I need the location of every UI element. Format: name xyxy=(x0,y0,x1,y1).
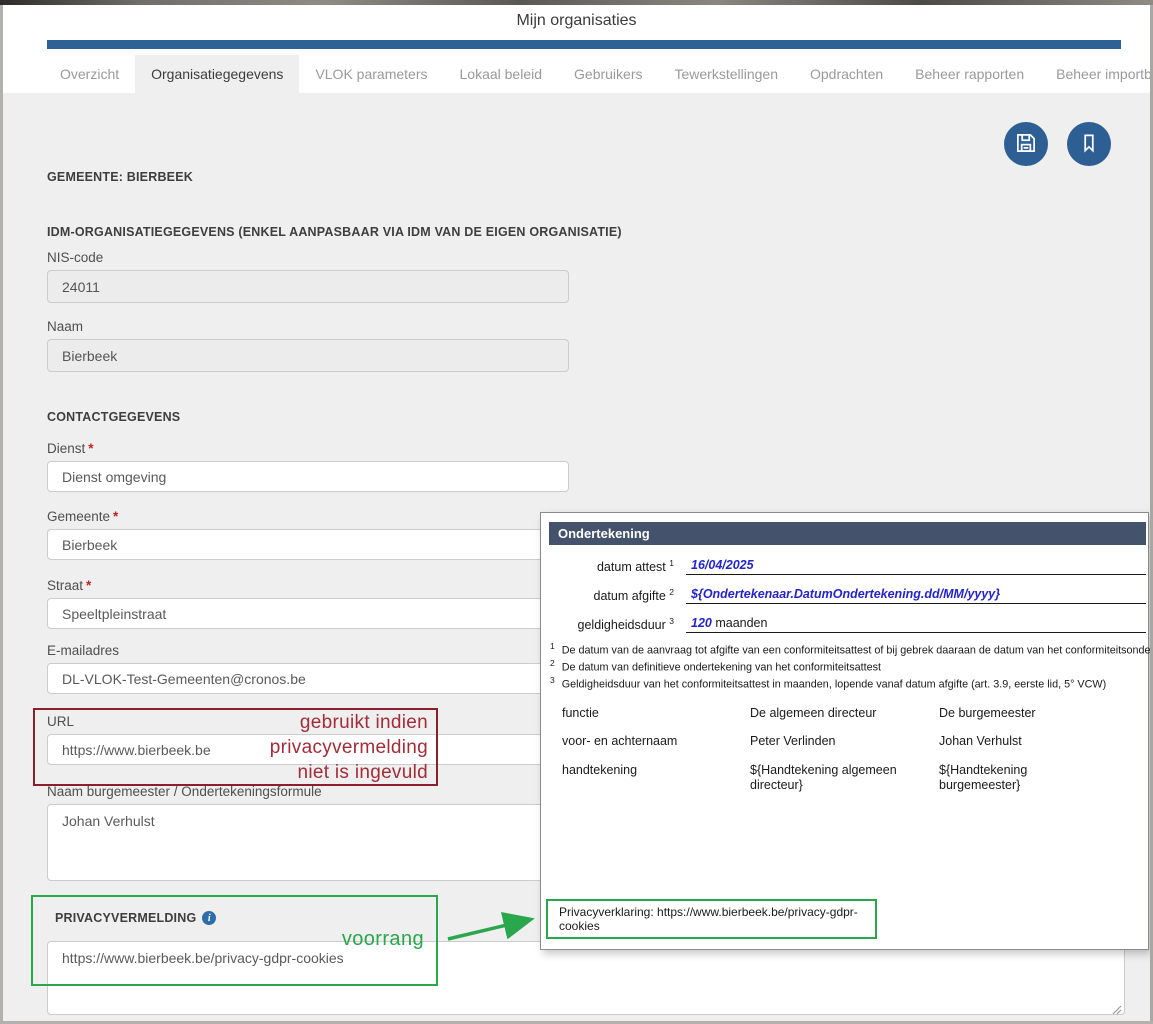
attest-value-datum-afgifte: ${Ondertekenaar.DatumOndertekening.dd/MM… xyxy=(691,587,1000,601)
nis-code-label: NIS-code xyxy=(47,250,569,265)
field-privacyvermelding: https://www.bierbeek.be/privacy-gdpr-coo… xyxy=(47,941,1125,1015)
attest-footnote-3: 3Geldigheidsduur van het conformiteitsat… xyxy=(550,675,1146,691)
required-asterisk: * xyxy=(88,441,93,456)
tab-overzicht[interactable]: Overzicht xyxy=(44,55,135,93)
gemeente-label: Gemeente* xyxy=(47,509,569,524)
url-label: URL xyxy=(47,714,569,729)
required-asterisk: * xyxy=(113,509,118,524)
naam-input xyxy=(47,339,569,372)
burgemeester-label: Naam burgemeester / Ondertekeningsformul… xyxy=(47,784,569,799)
save-floppy-icon xyxy=(1013,130,1039,159)
url-input[interactable] xyxy=(47,734,569,765)
dienst-input[interactable] xyxy=(47,461,569,492)
bookmark-icon xyxy=(1076,130,1102,159)
naam-label: Naam xyxy=(47,319,569,334)
attest-underline xyxy=(686,632,1146,633)
tab-opdrachten[interactable]: Opdrachten xyxy=(794,55,899,93)
privacyvermelding-textarea[interactable]: https://www.bierbeek.be/privacy-gdpr-coo… xyxy=(47,941,1125,1015)
burgemeester-textarea[interactable]: Johan Verhulst xyxy=(47,804,569,881)
section-heading-idm: IDM-ORGANISATIEGEGEVENS (ENKEL AANPASBAA… xyxy=(47,225,622,239)
info-icon[interactable]: i xyxy=(202,911,216,925)
attest-underline xyxy=(686,603,1146,604)
tab-bar: Overzicht Organisatiegegevens VLOK param… xyxy=(44,55,1153,93)
section-heading-contact: CONTACTGEGEVENS xyxy=(47,410,180,424)
field-nis-code: NIS-code xyxy=(47,250,569,303)
dienst-label: Dienst* xyxy=(47,441,569,456)
required-asterisk: * xyxy=(86,578,91,593)
straat-label: Straat* xyxy=(47,578,569,593)
field-url: URL xyxy=(47,714,569,765)
straat-input[interactable] xyxy=(47,598,569,629)
field-burgemeester: Naam burgemeester / Ondertekeningsformul… xyxy=(47,784,569,886)
tab-vlok-parameters[interactable]: VLOK parameters xyxy=(299,55,443,93)
nis-code-input xyxy=(47,270,569,303)
accent-bar xyxy=(47,40,1121,49)
attest-row-datum-afgifte: datum afgifte 2 ${Ondertekenaar.DatumOnd… xyxy=(541,587,1148,603)
window-left-edge xyxy=(0,5,3,1024)
field-naam: Naam xyxy=(47,319,569,372)
tab-beheer-rapporten[interactable]: Beheer rapporten xyxy=(899,55,1040,93)
attest-underline xyxy=(686,574,1146,575)
window-top-edge xyxy=(0,0,1153,5)
attest-value-geldigheidsduur: 120 maanden xyxy=(691,616,767,630)
emailadres-input[interactable] xyxy=(47,663,569,694)
field-gemeente: Gemeente* xyxy=(47,509,569,560)
section-heading-privacyvermelding: PRIVACYVERMELDING i xyxy=(55,911,216,925)
page-title: Mijn organisaties xyxy=(0,12,1153,30)
green-annotation-box-privacyverklaring: Privacyverklaring: https://www.bierbeek.… xyxy=(546,899,877,939)
attest-document-preview: Ondertekening datum attest 1 16/04/2025 … xyxy=(540,512,1149,950)
field-emailadres: E-mailadres xyxy=(47,643,569,694)
tab-beheer-importbestanden[interactable]: Beheer importbestanden xyxy=(1040,55,1153,93)
save-button[interactable] xyxy=(1004,122,1048,166)
attest-row-datum-attest: datum attest 1 16/04/2025 xyxy=(541,558,1148,574)
emailadres-label: E-mailadres xyxy=(47,643,569,658)
textarea-resize-handle[interactable] xyxy=(1112,1002,1122,1012)
tab-gebruikers[interactable]: Gebruikers xyxy=(558,55,658,93)
tab-organisatiegegevens[interactable]: Organisatiegegevens xyxy=(135,55,299,93)
field-straat: Straat* xyxy=(47,578,569,629)
tab-tewerkstellingen[interactable]: Tewerkstellingen xyxy=(658,55,794,93)
attest-footnote-2: 2De datum van definitieve ondertekening … xyxy=(550,658,1146,674)
tab-lokaal-beleid[interactable]: Lokaal beleid xyxy=(444,55,559,93)
bookmark-button[interactable] xyxy=(1067,122,1111,166)
app-window: Mijn organisaties Overzicht Organisatieg… xyxy=(0,0,1153,1024)
privacyverklaring-line: Privacyverklaring: https://www.bierbeek.… xyxy=(559,905,875,933)
field-dienst: Dienst* xyxy=(47,441,569,492)
attest-footnote-1: 1De datum van de aanvraag tot afgifte va… xyxy=(550,641,1146,657)
attest-row-geldigheidsduur: geldigheidsduur 3 120 maanden xyxy=(541,616,1148,632)
attest-section-header: Ondertekening xyxy=(549,522,1146,545)
section-heading-gemeente: GEMEENTE: BIERBEEK xyxy=(47,170,193,184)
gemeente-input[interactable] xyxy=(47,529,569,560)
attest-value-datum-attest: 16/04/2025 xyxy=(691,558,754,572)
